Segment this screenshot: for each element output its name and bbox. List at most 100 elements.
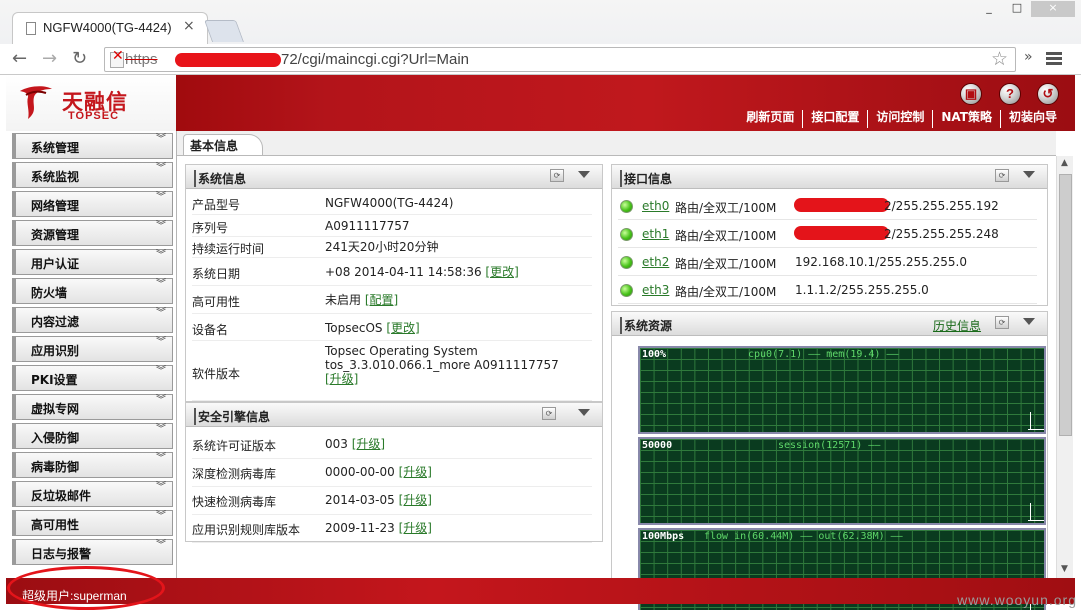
nav-refresh[interactable]: 刷新页面 <box>738 110 802 128</box>
sidebar-item[interactable]: 病毒防御 ︾ <box>12 452 173 478</box>
sidebar-item[interactable]: 防火墙 ︾ <box>12 278 173 304</box>
chevron-down-icon: ︾ <box>156 424 166 435</box>
reload-icon[interactable]: ↻ <box>72 48 87 69</box>
bookmark-star-icon[interactable]: ☆ <box>991 48 1008 70</box>
chevron-down-icon: ︾ <box>156 511 166 522</box>
extensions-overflow-icon[interactable]: » <box>1024 49 1033 65</box>
info-value: 241天20小时20分钟 <box>325 240 438 254</box>
upgrade-link[interactable]: [升级] <box>352 437 385 451</box>
engine-key: 深度检测病毒库 <box>192 467 277 481</box>
sidebar-item-label: 资源管理 <box>31 228 80 242</box>
info-value-text: 未启用 <box>325 293 362 307</box>
url-redaction <box>175 53 281 67</box>
browser-menu-icon[interactable] <box>1046 52 1062 66</box>
info-value: NGFW4000(TG-4424) <box>325 196 453 210</box>
chevron-down-icon: ︾ <box>156 308 166 319</box>
interface-link[interactable]: eth1 <box>642 227 669 241</box>
nav-setup-wizard[interactable]: 初装向导 <box>999 110 1065 128</box>
nav-nat-policy[interactable]: NAT策略 <box>932 110 1000 128</box>
collapse-icon[interactable] <box>1023 318 1035 325</box>
scroll-down-icon[interactable]: ▼ <box>1061 564 1068 574</box>
nav-interface-config[interactable]: 接口配置 <box>802 110 867 128</box>
save-icon[interactable]: ▣ <box>960 83 982 105</box>
sidebar-item[interactable]: 反垃圾邮件 ︾ <box>12 481 173 507</box>
upgrade-link[interactable]: [升级] <box>399 493 432 507</box>
sidebar-item[interactable]: 网络管理 ︾ <box>12 191 173 217</box>
ip-redaction <box>794 198 889 212</box>
scroll-up-icon[interactable]: ▲ <box>1061 158 1068 168</box>
sidebar-item[interactable]: 虚拟专网 ︾ <box>12 394 173 420</box>
action-link[interactable]: [升级] <box>325 372 358 386</box>
content-body: 系统信息 ⟳ 产品型号 NGFW4000(TG-4424) 序列号 A09111177… <box>177 155 1056 610</box>
engine-value: 003 [升级] <box>325 437 385 451</box>
refresh-panel-icon[interactable]: ⟳ <box>542 407 556 420</box>
interface-link[interactable]: eth2 <box>642 255 669 269</box>
url-path: 72/cgi/maincgi.cgi?Url=Main <box>281 51 469 68</box>
logout-icon[interactable]: ↺ <box>1037 83 1059 105</box>
sidebar-item[interactable]: 系统管理 ︾ <box>12 133 173 159</box>
sidebar-item[interactable]: 应用识别 ︾ <box>12 336 173 362</box>
panel-title: 安全引擎信息 <box>194 408 270 425</box>
collapse-icon[interactable] <box>1023 171 1035 178</box>
sidebar-item[interactable]: 高可用性 ︾ <box>12 510 173 536</box>
action-link[interactable]: [配置] <box>365 293 398 307</box>
resource-graph: 100% cpu0(7.1) —— mem(19.4) —— <box>638 346 1046 434</box>
engine-value-text: 0000-00-00 <box>325 465 395 479</box>
engine-value-text: 003 <box>325 437 348 451</box>
refresh-panel-icon[interactable]: ⟳ <box>995 316 1009 329</box>
chevron-down-icon: ︾ <box>156 337 166 348</box>
interface-row: eth3 路由/全双工/100M 1.1.1.2/255.255.255.0 <box>618 276 1037 304</box>
tab-basic-info[interactable]: 基本信息 <box>183 134 264 156</box>
engine-key: 系统许可证版本 <box>192 439 277 453</box>
close-window-icon[interactable]: × <box>1031 1 1075 17</box>
panel-header: 接口信息 ⟳ <box>612 165 1047 189</box>
interface-link[interactable]: eth0 <box>642 199 669 213</box>
sidebar-item[interactable]: PKI设置 ︾ <box>12 365 173 391</box>
refresh-panel-icon[interactable]: ⟳ <box>550 169 564 182</box>
page-scrollbar[interactable]: ▲ ▼ <box>1056 156 1073 578</box>
sidebar-item[interactable]: 内容过滤 ︾ <box>12 307 173 333</box>
ip-redaction <box>794 226 889 240</box>
browser-toolbar: ← → ↻ ✕ https 72/cgi/maincgi.cgi?Url=Mai… <box>0 44 1081 75</box>
info-key: 高可用性 <box>192 295 241 309</box>
system-info-panel: 系统信息 ⟳ 产品型号 NGFW4000(TG-4424) 序列号 A09111177… <box>185 164 603 402</box>
sidebar-item[interactable]: 日志与报警 ︾ <box>12 539 173 565</box>
upgrade-link[interactable]: [升级] <box>399 521 432 535</box>
address-bar[interactable]: ✕ https 72/cgi/maincgi.cgi?Url=Main ☆ <box>104 47 1016 72</box>
sidebar-item[interactable]: 资源管理 ︾ <box>12 220 173 246</box>
scroll-thumb[interactable] <box>1059 174 1072 436</box>
sidebar-item[interactable]: 用户认证 ︾ <box>12 249 173 275</box>
info-row: 软件版本 Topsec Operating System tos_3.3.010.0… <box>192 341 592 401</box>
sidebar-item-label: 反垃圾邮件 <box>31 489 92 503</box>
history-link[interactable]: 历史信息 <box>933 317 981 334</box>
sidebar-item-label: 高可用性 <box>31 518 80 532</box>
logo-swoosh-icon <box>20 86 52 119</box>
action-link[interactable]: [更改] <box>386 321 419 335</box>
info-value-text: Topsec Operating System <box>325 344 478 358</box>
sidebar-item[interactable]: 系统监视 ︾ <box>12 162 173 188</box>
tab-close-icon[interactable]: × <box>183 18 195 34</box>
chevron-down-icon: ︾ <box>156 540 166 551</box>
browser-tab[interactable]: NGFW4000(TG-4424) × <box>12 12 208 44</box>
interface-link[interactable]: eth3 <box>642 283 669 297</box>
sidebar-item[interactable]: 入侵防御 ︾ <box>12 423 173 449</box>
app-header: 天融信 TOPSEC ▣ ? ↺ 刷新页面 接口配置 访问控制 NAT策略 初装… <box>6 75 1075 131</box>
maximize-icon[interactable]: □ <box>1003 1 1031 17</box>
collapse-icon[interactable] <box>578 171 590 178</box>
watermark: www.wooyun.org <box>957 592 1077 608</box>
action-link[interactable]: [更改] <box>485 265 518 279</box>
graph-scale-label: 50000 <box>642 440 673 451</box>
collapse-icon[interactable] <box>578 409 590 416</box>
nav-access-control[interactable]: 访问控制 <box>867 110 932 128</box>
upgrade-link[interactable]: [升级] <box>399 465 432 479</box>
minimize-icon[interactable]: _ <box>975 1 1003 17</box>
logo: 天融信 TOPSEC <box>6 75 176 131</box>
help-icon[interactable]: ? <box>999 83 1021 105</box>
back-icon[interactable]: ← <box>12 48 27 69</box>
forward-icon[interactable]: → <box>42 48 57 69</box>
interface-address: 2/255.255.255.192 <box>884 199 999 213</box>
engine-key: 应用识别规则库版本 <box>192 523 301 537</box>
top-nav: 刷新页面 接口配置 访问控制 NAT策略 初装向导 <box>738 110 1065 128</box>
interface-address: 2/255.255.255.248 <box>884 227 999 241</box>
refresh-panel-icon[interactable]: ⟳ <box>995 169 1009 182</box>
